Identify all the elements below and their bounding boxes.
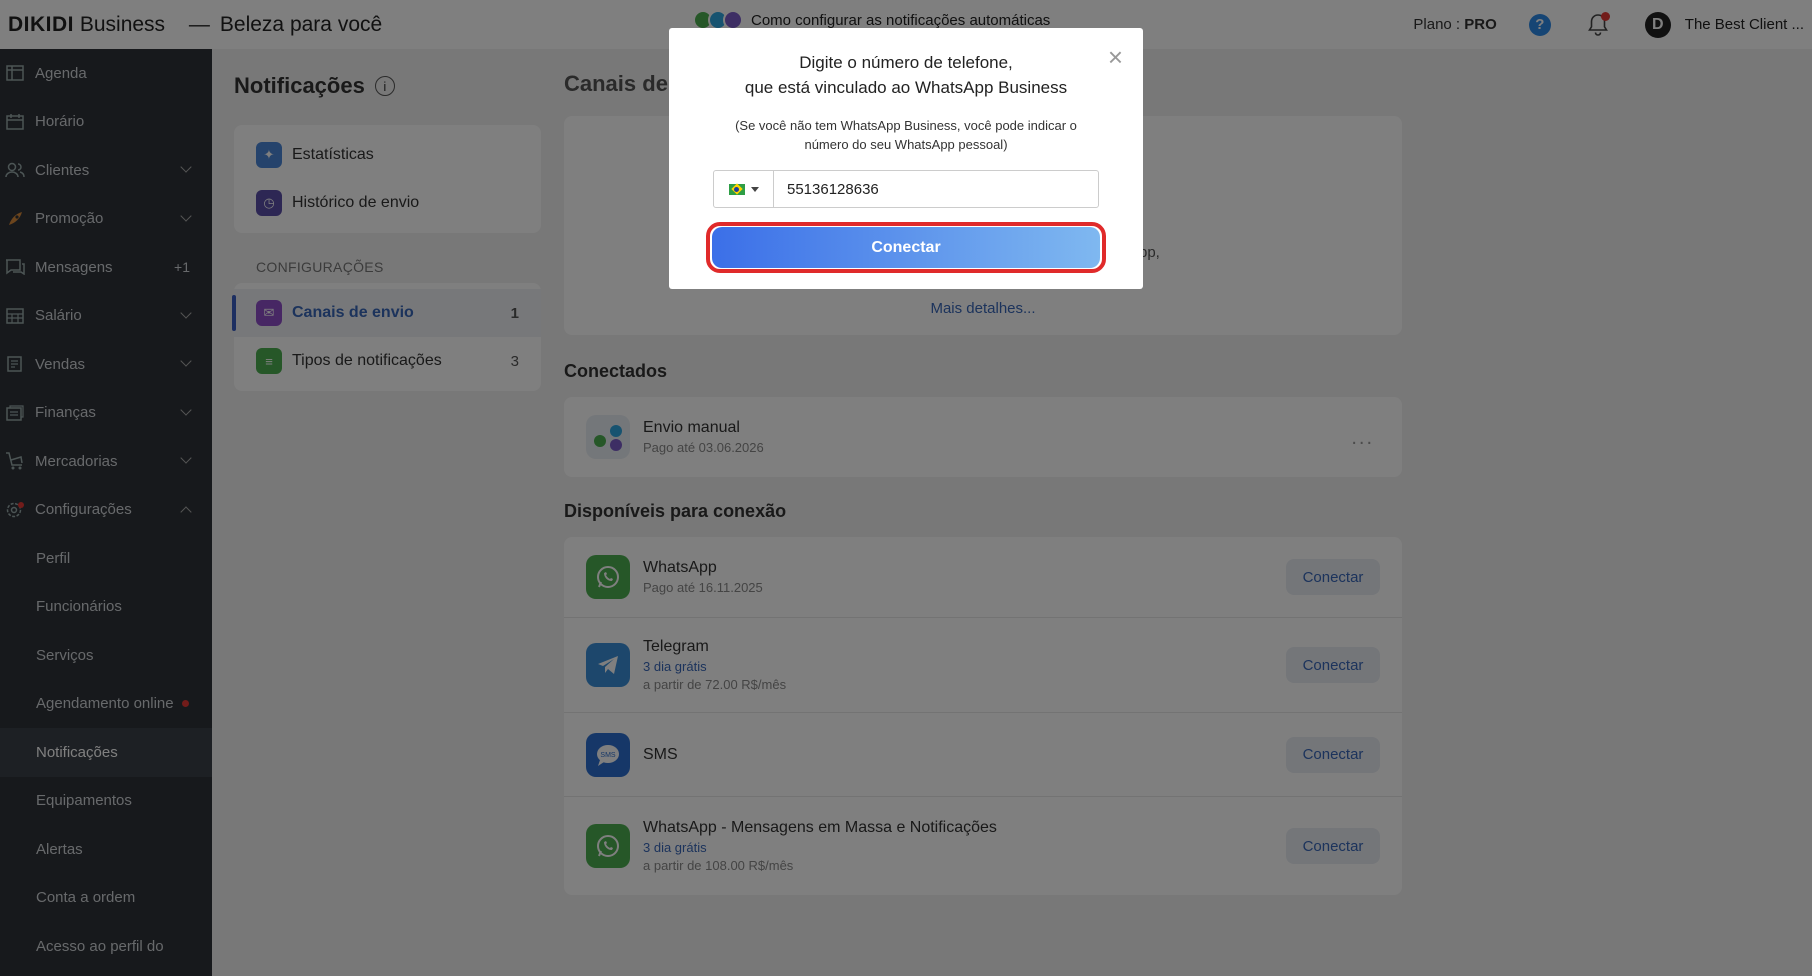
modal-note-line: (Se você não tem WhatsApp Business, você… bbox=[735, 118, 1077, 133]
modal-title-line: Digite o número de telefone, bbox=[799, 53, 1013, 72]
modal-note-line: número do seu WhatsApp pessoal) bbox=[804, 137, 1008, 152]
caret-down-icon bbox=[750, 186, 759, 192]
phone-input[interactable] bbox=[774, 171, 1098, 207]
phone-modal: × Digite o número de telefone, que está … bbox=[669, 28, 1143, 289]
modal-note: (Se você não tem WhatsApp Business, você… bbox=[669, 116, 1143, 154]
phone-field bbox=[713, 170, 1099, 208]
modal-title-line: que está vinculado ao WhatsApp Business bbox=[744, 78, 1068, 97]
brazil-flag-icon bbox=[728, 183, 745, 195]
connect-button[interactable]: Conectar bbox=[712, 227, 1100, 268]
country-code-select[interactable] bbox=[714, 171, 774, 207]
modal-title: Digite o número de telefone, que está vi… bbox=[669, 50, 1143, 100]
